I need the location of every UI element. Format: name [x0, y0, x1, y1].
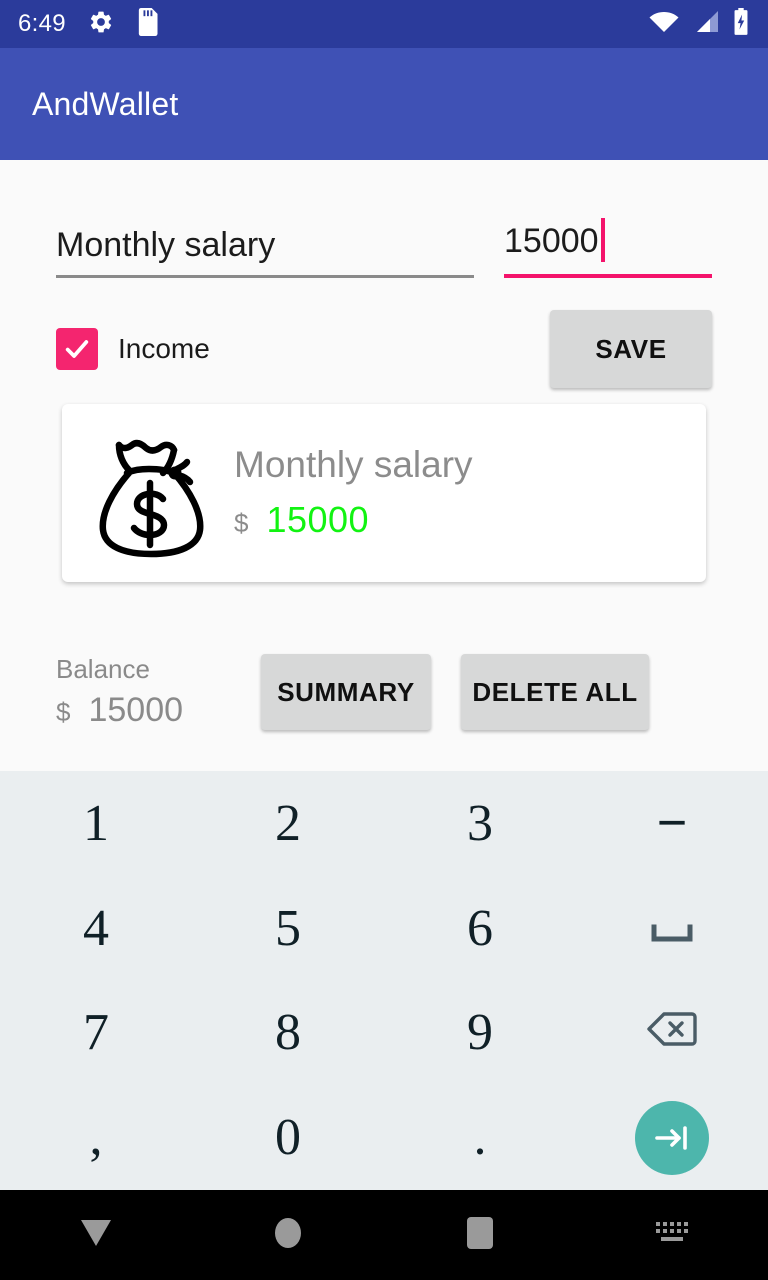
numeric-keyboard: 1 2 3 − 4 5 6 7 8 9 , 0 . — [0, 771, 768, 1190]
app-screen: 6:49 AndWallet Monthly salary 15000 Inco… — [0, 0, 768, 1280]
description-input-value: Monthly salary — [56, 225, 276, 264]
key-2[interactable]: 2 — [192, 771, 384, 876]
amount-input-value-wrap: 15000 — [504, 218, 712, 274]
balance-block: Balance $ 15000 — [56, 654, 183, 730]
key-backspace[interactable] — [576, 981, 768, 1086]
balance-label: Balance — [56, 654, 150, 684]
amount-input[interactable]: 15000 — [504, 218, 712, 278]
nav-home-button[interactable] — [192, 1216, 384, 1255]
nav-recents-button[interactable] — [384, 1216, 576, 1255]
down-chevron-icon — [79, 1218, 113, 1253]
sd-card-icon — [136, 7, 158, 41]
amount-input-value: 15000 — [504, 222, 599, 261]
checkmark-icon — [56, 328, 98, 370]
backspace-icon — [646, 1003, 698, 1062]
app-title: AndWallet — [32, 85, 179, 122]
key-comma[interactable]: , — [0, 1085, 192, 1190]
status-time: 6:49 — [18, 10, 66, 37]
description-input-underline — [56, 275, 474, 278]
transaction-amount: $ 15000 — [234, 499, 473, 541]
main-content: Monthly salary 15000 Income SAVE Monthly… — [0, 160, 768, 771]
status-bar-left: 6:49 — [18, 7, 158, 41]
cell-signal-icon — [692, 10, 720, 39]
circle-home-icon — [273, 1216, 303, 1255]
text-caret — [600, 218, 605, 262]
system-nav-bar — [0, 1190, 768, 1280]
key-0[interactable]: 0 — [192, 1085, 384, 1190]
key-space[interactable] — [576, 876, 768, 981]
key-9[interactable]: 9 — [384, 981, 576, 1086]
battery-charging-icon — [732, 7, 750, 41]
key-minus[interactable]: − — [576, 771, 768, 876]
keyboard-icon — [654, 1220, 690, 1251]
key-7[interactable]: 7 — [0, 981, 192, 1086]
wifi-icon — [648, 10, 680, 39]
app-bar: AndWallet — [0, 48, 768, 160]
key-5[interactable]: 5 — [192, 876, 384, 981]
next-action-button[interactable] — [635, 1100, 709, 1175]
balance-row: Balance $ 15000 SUMMARY DELETE ALL — [0, 654, 768, 730]
summary-button[interactable]: SUMMARY — [261, 654, 432, 730]
key-3[interactable]: 3 — [384, 771, 576, 876]
key-6[interactable]: 6 — [384, 876, 576, 981]
options-row: Income SAVE — [0, 310, 768, 388]
balance-value: 15000 — [88, 691, 184, 729]
balance-amount: $ 15000 — [56, 691, 183, 730]
transaction-card[interactable]: Monthly salary $ 15000 — [62, 404, 706, 582]
status-bar-right — [648, 7, 750, 41]
key-1[interactable]: 1 — [0, 771, 192, 876]
key-next[interactable] — [576, 1085, 768, 1190]
delete-all-button[interactable]: DELETE ALL — [461, 654, 650, 730]
nav-back-button[interactable] — [0, 1218, 192, 1253]
space-bar-icon — [650, 899, 694, 958]
transaction-currency: $ — [234, 508, 249, 539]
key-period[interactable]: . — [384, 1085, 576, 1190]
gear-icon — [88, 9, 114, 40]
amount-input-underline — [504, 274, 712, 278]
transaction-amount-value: 15000 — [266, 499, 370, 541]
nav-keyboard-switch-button[interactable] — [576, 1220, 768, 1251]
key-8[interactable]: 8 — [192, 981, 384, 1086]
save-button[interactable]: SAVE — [550, 310, 712, 388]
key-4[interactable]: 4 — [0, 876, 192, 981]
balance-currency: $ — [56, 697, 71, 727]
income-checkbox-label: Income — [118, 333, 210, 364]
square-recents-icon — [466, 1216, 494, 1255]
money-bag-icon — [88, 423, 216, 563]
entry-form-row: Monthly salary 15000 — [0, 218, 768, 278]
status-bar: 6:49 — [0, 0, 768, 48]
keyboard-grid: 1 2 3 − 4 5 6 7 8 9 , 0 . — [0, 771, 768, 1190]
income-checkbox[interactable]: Income — [56, 328, 210, 370]
description-input[interactable]: Monthly salary — [56, 226, 474, 278]
transaction-title: Monthly salary — [234, 443, 473, 485]
transaction-card-body: Monthly salary $ 15000 — [234, 443, 473, 542]
